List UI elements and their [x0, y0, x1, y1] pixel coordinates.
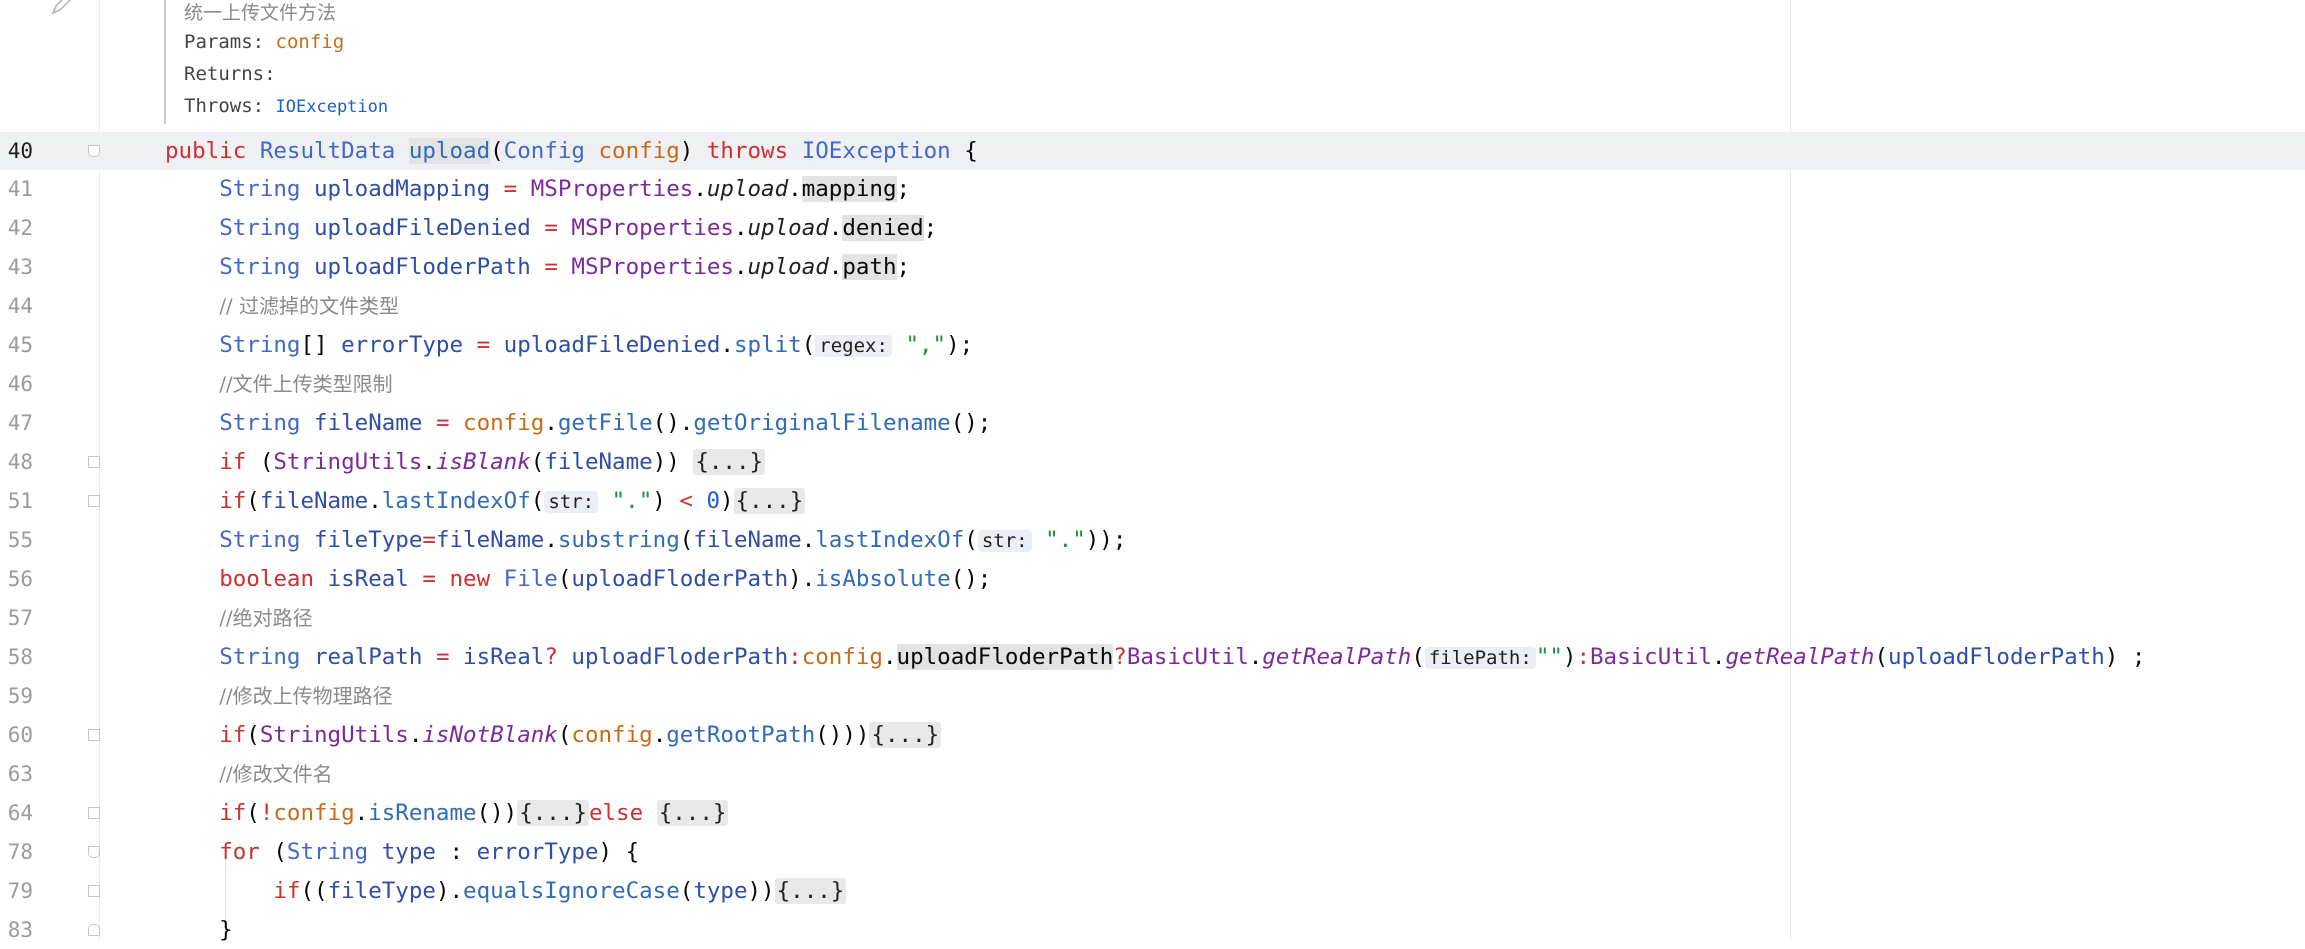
code-line[interactable]: 60 if(StringUtils.isNotBlank(config.getR…: [0, 716, 2305, 754]
line-number: 79: [7, 879, 33, 903]
code-comment: // 过滤掉的文件类型: [219, 294, 400, 318]
doc-throws-value[interactable]: IOException: [276, 97, 389, 117]
line-number: 64: [7, 801, 33, 825]
line-number: 45: [7, 333, 33, 357]
code-comment: //文件上传类型限制: [219, 372, 393, 396]
doc-params-label: Params:: [184, 31, 265, 53]
folded-block[interactable]: {...}: [774, 878, 847, 904]
line-number: 48: [7, 450, 33, 474]
line-number: 47: [7, 411, 33, 435]
folded-block[interactable]: {...}: [517, 800, 589, 826]
code-line[interactable]: 42 String uploadFileDenied = MSPropertie…: [0, 209, 2305, 247]
line-number: 60: [7, 723, 33, 747]
code-line[interactable]: 41 String uploadMapping = MSProperties.u…: [0, 170, 2305, 208]
line-number: 59: [7, 684, 33, 708]
code-line[interactable]: 64 if(!config.isRename()){...}else {...}: [0, 794, 2305, 832]
code-line[interactable]: 43 String uploadFloderPath = MSPropertie…: [0, 248, 2305, 286]
line-number: 63: [7, 762, 33, 786]
line-number: 57: [7, 606, 33, 630]
code-line[interactable]: 58 String realPath = isReal? uploadFlode…: [0, 638, 2305, 676]
doc-returns-label: Returns:: [184, 63, 276, 85]
param-hint: str:: [544, 491, 599, 513]
line-number: 56: [7, 567, 33, 591]
line-number: 58: [7, 645, 33, 669]
fold-marker-icon[interactable]: [88, 495, 100, 507]
rendered-doc-comment[interactable]: 统一上传文件方法 Params: config Returns: Throws:…: [164, 0, 388, 124]
code-line[interactable]: 56 boolean isReal = new File(uploadFlode…: [0, 560, 2305, 598]
line-number: 41: [7, 177, 33, 201]
code-comment: //绝对路径: [219, 606, 313, 630]
line-number: 78: [7, 840, 33, 864]
line-number: 46: [7, 372, 33, 396]
code-line[interactable]: 40 public ResultData upload(Config confi…: [0, 132, 2305, 170]
code-line[interactable]: 57 //绝对路径: [0, 599, 2305, 637]
code-comment: //修改文件名: [219, 762, 333, 786]
folded-block[interactable]: {...}: [733, 488, 806, 514]
fold-marker-icon[interactable]: [88, 924, 100, 936]
fold-marker-icon[interactable]: [88, 456, 100, 468]
code-comment: //修改上传物理路径: [219, 684, 393, 708]
code-line[interactable]: 83 }: [0, 911, 2305, 949]
param-hint: str:: [977, 530, 1032, 552]
code-line[interactable]: 46 //文件上传类型限制: [0, 365, 2305, 403]
line-number: 44: [7, 294, 33, 318]
folded-block[interactable]: {...}: [656, 800, 729, 826]
line-number: 83: [7, 918, 33, 942]
edit-pencil-icon[interactable]: [50, 0, 74, 16]
line-number: 51: [7, 489, 33, 513]
doc-throws-label: Throws:: [184, 95, 265, 117]
code-line[interactable]: 79 if((fileType).equalsIgnoreCase(type))…: [0, 872, 2305, 910]
code-line[interactable]: 63 //修改文件名: [0, 755, 2305, 793]
code-line[interactable]: 55 String fileType=fileName.substring(fi…: [0, 521, 2305, 559]
code-line[interactable]: 59 //修改上传物理路径: [0, 677, 2305, 715]
folded-block[interactable]: {...}: [693, 449, 766, 475]
code-line[interactable]: 44 // 过滤掉的文件类型: [0, 287, 2305, 325]
code-line[interactable]: 51 if(fileName.lastIndexOf(str: ".") < 0…: [0, 482, 2305, 520]
param-hint: filePath:: [1424, 647, 1536, 669]
fold-marker-icon[interactable]: [88, 807, 100, 819]
doc-params-value: config: [275, 31, 345, 53]
code-line[interactable]: 47 String fileName = config.getFile().ge…: [0, 404, 2305, 442]
code-line[interactable]: 78 for (String type : errorType) {: [0, 833, 2305, 871]
folded-block[interactable]: {...}: [869, 722, 942, 748]
line-number: 42: [7, 216, 33, 240]
line-number: 43: [7, 255, 33, 279]
code-line[interactable]: 45 String[] errorType = uploadFileDenied…: [0, 326, 2305, 364]
param-hint: regex:: [815, 335, 892, 357]
fold-marker-icon[interactable]: [88, 729, 100, 741]
fold-marker-icon[interactable]: [88, 885, 100, 897]
line-number: 55: [7, 528, 33, 552]
line-number: 40: [7, 139, 33, 163]
fold-marker-icon[interactable]: [88, 846, 100, 858]
code-line[interactable]: 48 if (StringUtils.isBlank(fileName)) {.…: [0, 443, 2305, 481]
doc-summary: 统一上传文件方法: [184, 2, 337, 24]
fold-marker-icon[interactable]: [88, 145, 100, 157]
